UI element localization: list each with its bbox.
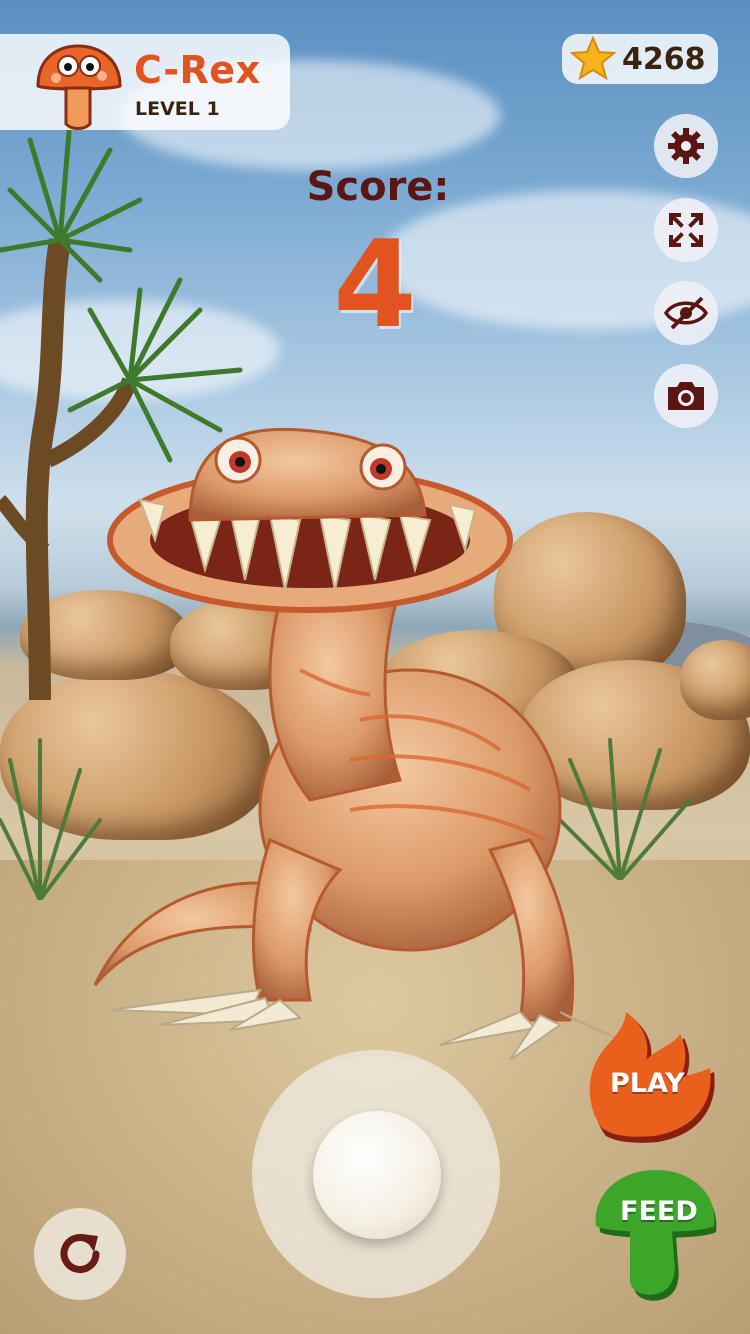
- score-value: 4: [333, 216, 417, 355]
- play-label: PLAY: [610, 1068, 685, 1099]
- camera-icon: [668, 382, 704, 410]
- mushroom-creature-icon: [36, 44, 122, 130]
- eye-off-icon: [664, 296, 708, 330]
- expand-icon: [669, 213, 703, 247]
- rotate-icon: [60, 1234, 100, 1273]
- c-rex-monster[interactable]: [80, 420, 640, 1060]
- currency-value: 4268: [622, 42, 706, 77]
- joystick-knob[interactable]: [313, 1111, 441, 1239]
- pet-level: LEVEL 1: [135, 98, 220, 120]
- gear-icon: [668, 128, 704, 164]
- fullscreen-button[interactable]: [654, 198, 718, 262]
- camera-button[interactable]: [654, 364, 718, 428]
- feed-label: FEED: [620, 1196, 698, 1227]
- pet-name: C-Rex: [134, 48, 261, 92]
- mushroom-shape: [595, 1170, 717, 1301]
- settings-button[interactable]: [654, 114, 718, 178]
- score-label: Score:: [306, 164, 450, 210]
- star-icon: [570, 36, 616, 80]
- visibility-button[interactable]: [654, 281, 718, 345]
- feed-button[interactable]: FEED: [594, 1168, 722, 1304]
- reset-button[interactable]: [34, 1208, 126, 1300]
- play-button[interactable]: PLAY: [588, 1008, 722, 1144]
- boulder: [680, 640, 750, 720]
